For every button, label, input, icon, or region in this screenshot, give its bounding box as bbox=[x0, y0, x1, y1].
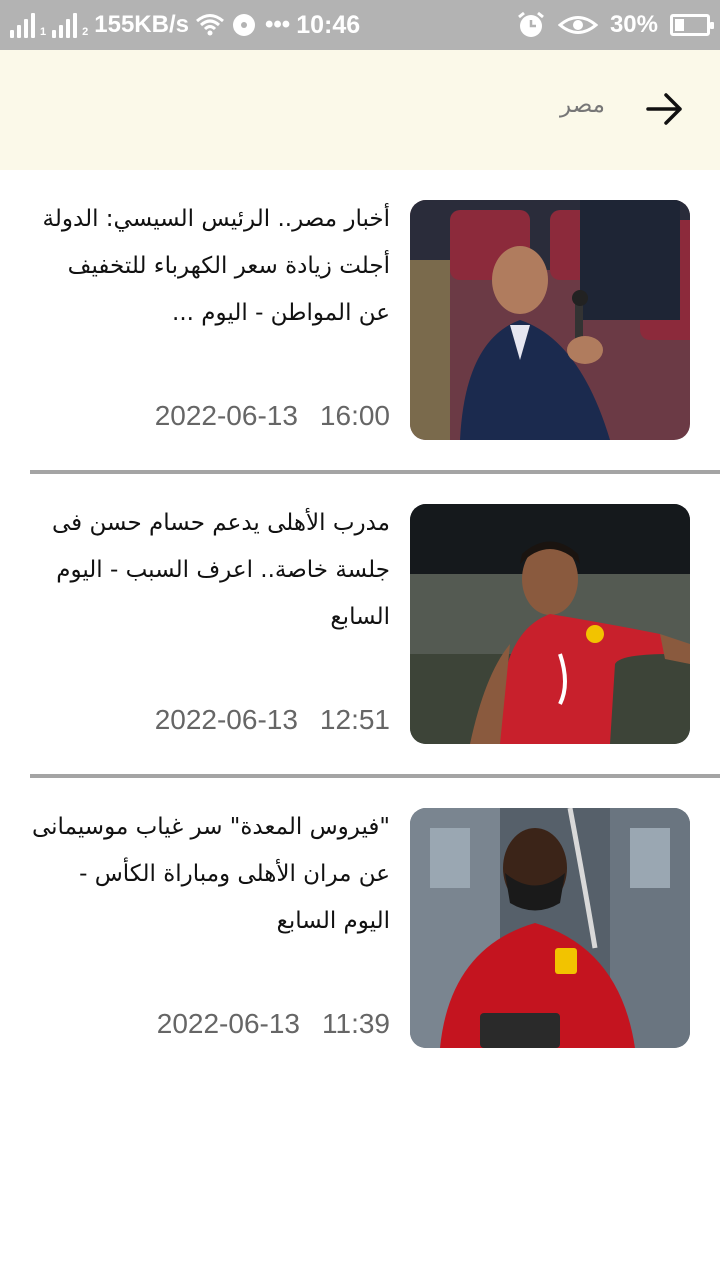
arrow-right-icon bbox=[646, 93, 682, 125]
news-item[interactable]: أخبار مصر.. الرئيس السيسي: الدولة أجلت ز… bbox=[0, 170, 720, 474]
news-time: 12:51 bbox=[319, 704, 390, 735]
news-date: 2022-06-13 bbox=[154, 704, 298, 735]
news-thumbnail bbox=[410, 504, 690, 744]
page-title: مصر bbox=[560, 92, 605, 118]
eye-icon bbox=[557, 16, 598, 34]
status-bar-right: 30% bbox=[516, 0, 714, 50]
battery-fill bbox=[675, 19, 684, 31]
news-list: أخبار مصر.. الرئيس السيسي: الدولة أجلت ز… bbox=[0, 170, 720, 1082]
news-meta: 2022-06-13 16:00 bbox=[30, 400, 390, 432]
more-dots: ••• bbox=[264, 11, 291, 38]
news-item[interactable]: "فيروس المعدة" سر غياب موسيمانى عن مران … bbox=[0, 778, 720, 1082]
president-speaking-photo bbox=[410, 200, 690, 440]
wifi-icon bbox=[196, 14, 224, 36]
page-header: مصر bbox=[0, 50, 720, 170]
news-time: 11:39 bbox=[322, 1008, 390, 1039]
news-thumbnail bbox=[410, 808, 690, 1048]
news-thumbnail bbox=[410, 200, 690, 440]
signal-sim2-icon: 2 bbox=[52, 12, 88, 38]
coach-masked-photo bbox=[410, 808, 690, 1048]
sim2-label: 2 bbox=[82, 26, 89, 38]
disc-icon bbox=[232, 14, 255, 36]
news-title: مدرب الأهلى يدعم حسام حسن فى جلسة خاصة..… bbox=[51, 510, 390, 630]
news-date: 2022-06-13 bbox=[154, 400, 298, 431]
news-item[interactable]: مدرب الأهلى يدعم حسام حسن فى جلسة خاصة..… bbox=[0, 474, 720, 778]
news-meta: 2022-06-13 11:39 bbox=[30, 1008, 390, 1040]
news-date: 2022-06-13 bbox=[156, 1008, 300, 1039]
battery-icon bbox=[670, 14, 714, 36]
status-bar-left: 1 2 155KB/s ••• 10:46 bbox=[10, 0, 360, 50]
news-title: أخبار مصر.. الرئيس السيسي: الدولة أجلت ز… bbox=[42, 206, 390, 326]
player-red-jersey-photo bbox=[410, 504, 690, 744]
battery-percent: 30% bbox=[609, 11, 658, 38]
alarm-icon bbox=[518, 11, 544, 37]
back-button[interactable] bbox=[640, 84, 690, 134]
sim1-label: 1 bbox=[40, 26, 47, 38]
status-bar: 1 2 155KB/s ••• 10:46 30% bbox=[0, 0, 720, 50]
news-meta: 2022-06-13 12:51 bbox=[30, 704, 390, 736]
signal-sim1-icon: 1 bbox=[10, 12, 46, 38]
clock: 10:46 bbox=[296, 10, 361, 39]
network-speed: 155KB/s bbox=[94, 11, 189, 38]
news-title: "فيروس المعدة" سر غياب موسيمانى عن مران … bbox=[31, 814, 390, 934]
news-time: 16:00 bbox=[319, 400, 390, 431]
